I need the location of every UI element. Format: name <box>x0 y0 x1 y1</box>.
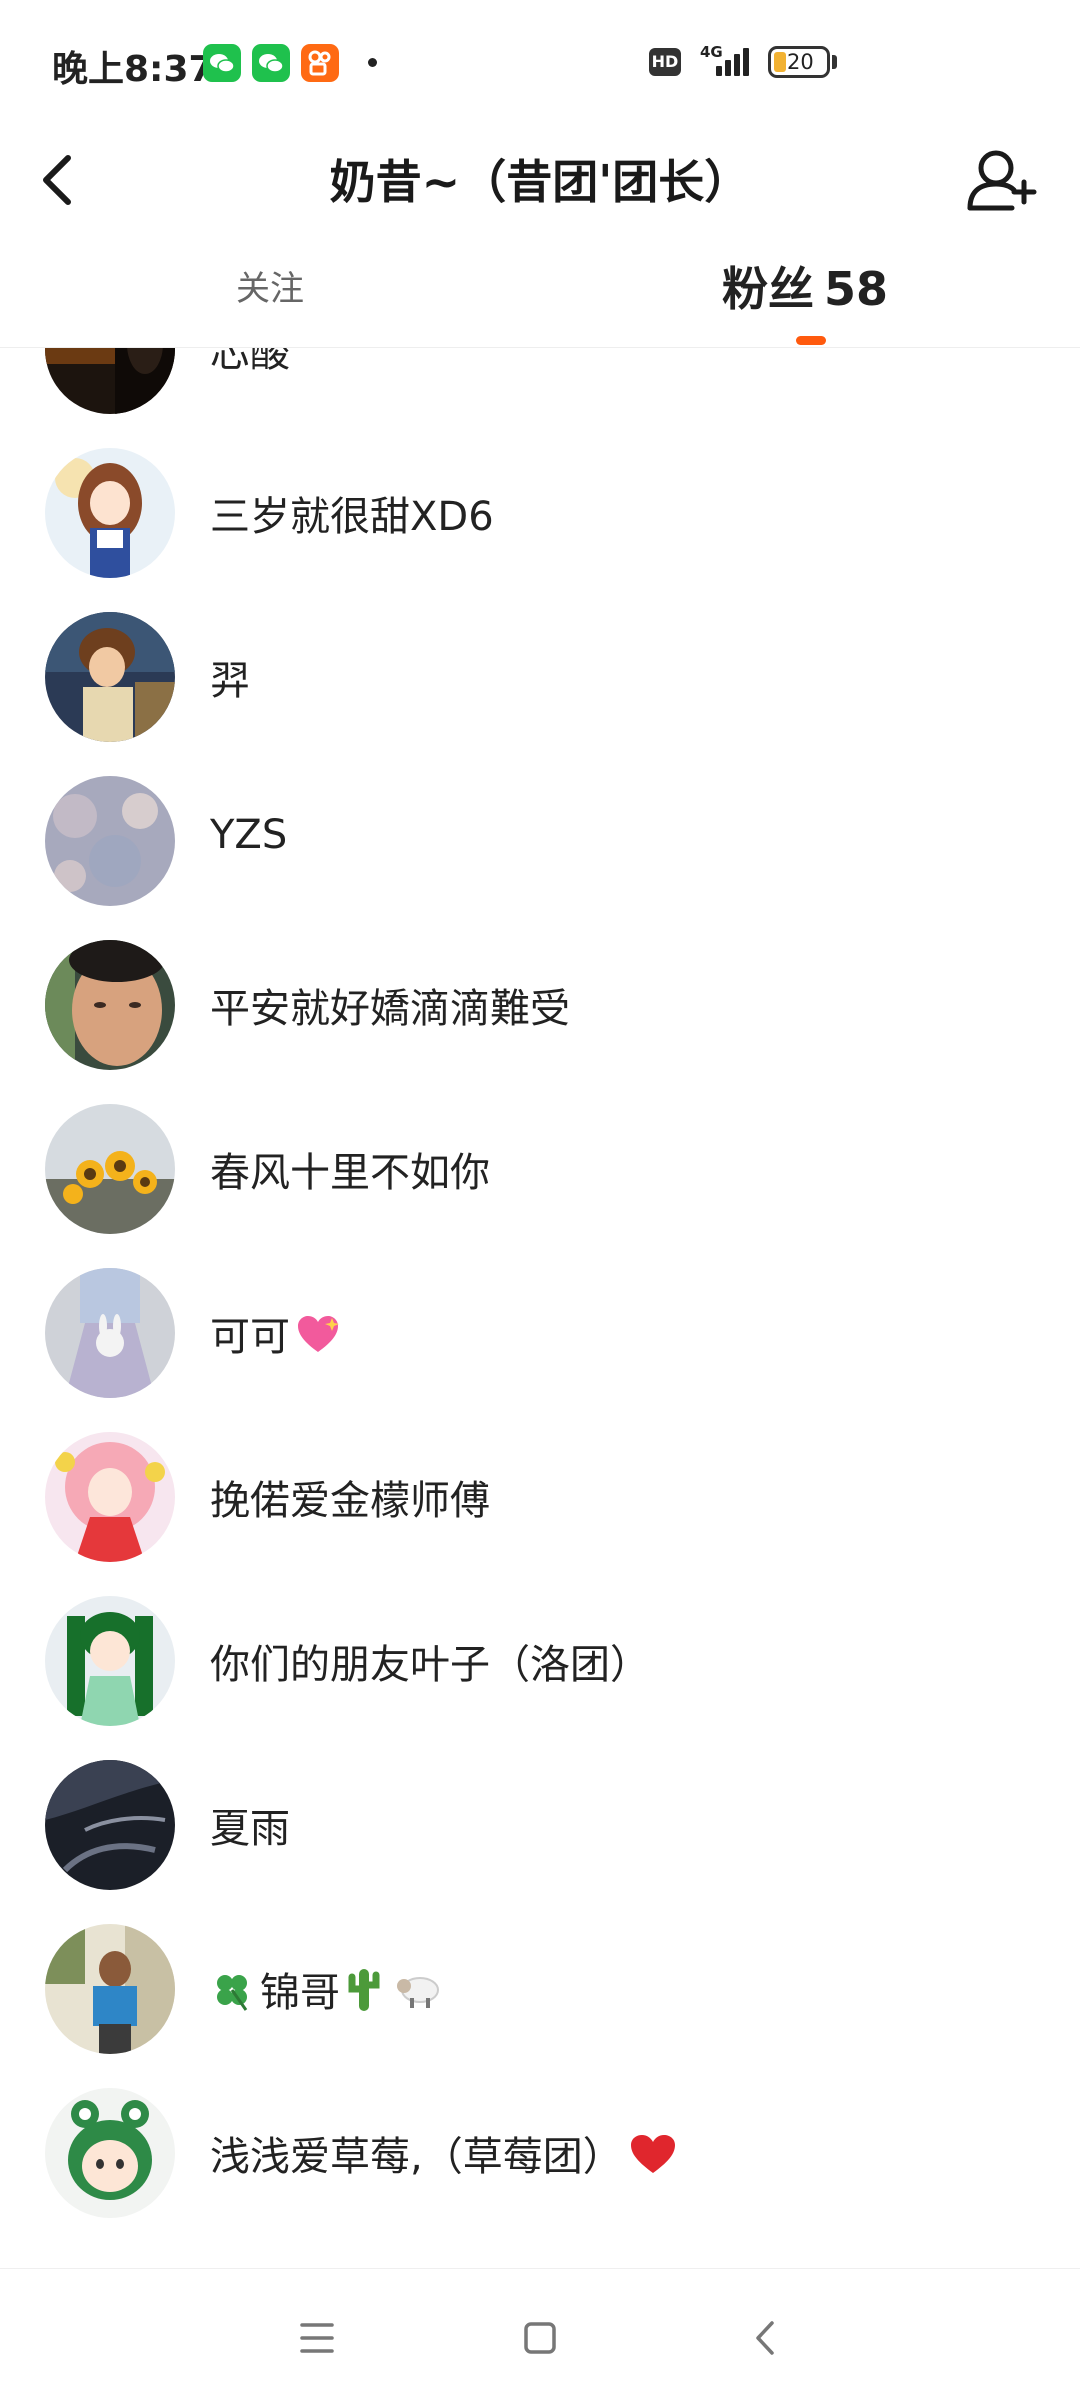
top-bar: 奶昔~（昔团'团长） <box>0 120 1080 240</box>
follower-name-text: 锦哥 <box>260 1970 340 2016</box>
avatar[interactable] <box>45 776 175 906</box>
list-item[interactable]: 锦哥 <box>0 1908 1080 2072</box>
signal-icon <box>716 44 756 76</box>
battery-icon: 20 <box>768 46 830 78</box>
list-item[interactable]: 三岁就很甜XD6 <box>0 432 1080 596</box>
page-title: 奶昔~（昔团'团长） <box>329 155 751 209</box>
hd-badge: HD <box>649 48 681 76</box>
avatar[interactable] <box>45 2088 175 2218</box>
avatar[interactable] <box>45 1924 175 2054</box>
follower-name: 芯酸 <box>210 348 290 376</box>
tab-fans[interactable]: 粉丝 58 <box>690 254 930 324</box>
list-item[interactable]: 羿 <box>0 596 1080 760</box>
list-item[interactable]: 芯酸 <box>0 348 1080 432</box>
list-item[interactable]: 挽偌爱金檬师傅 <box>0 1416 1080 1580</box>
menu-button[interactable] <box>272 2293 362 2383</box>
list-item[interactable]: YZS <box>0 760 1080 924</box>
menu-icon <box>300 2323 334 2353</box>
avatar[interactable] <box>45 1596 175 1726</box>
follower-name: 三岁就很甜XD6 <box>210 494 494 540</box>
notification-dot <box>368 58 377 67</box>
avatar[interactable] <box>45 1432 175 1562</box>
home-square-icon <box>524 2322 556 2354</box>
tab-bar: 关注 粉丝 58 <box>0 240 1080 348</box>
follower-name: 平安就好嬌滴滴難受 <box>210 986 570 1032</box>
list-item[interactable]: 可可 <box>0 1252 1080 1416</box>
list-item[interactable]: 夏雨 <box>0 1744 1080 1908</box>
back-triangle-icon <box>756 2321 774 2355</box>
status-time: 晚上8:37 <box>52 49 214 90</box>
list-item[interactable]: 你们的朋友叶子（洛团） <box>0 1580 1080 1744</box>
back-button[interactable] <box>30 132 110 228</box>
red-heart-icon <box>629 2133 677 2185</box>
nav-back-button[interactable] <box>720 2293 810 2383</box>
active-tab-indicator <box>796 336 826 345</box>
avatar[interactable] <box>45 940 175 1070</box>
avatar[interactable] <box>45 348 175 414</box>
tab-fans-label: 粉丝 <box>721 262 814 316</box>
system-nav-bar <box>0 2268 1080 2400</box>
follower-name: 锦哥 <box>210 1960 448 2023</box>
wechat-icon <box>252 44 290 82</box>
cactus-icon <box>346 1967 382 2023</box>
tab-fans-count: 58 <box>823 262 888 316</box>
avatar[interactable] <box>45 1268 175 1398</box>
sheep-icon <box>394 1970 442 2020</box>
follower-name: 羿 <box>210 658 250 704</box>
status-bar: 晚上8:37 HD 4G 20 <box>0 0 1080 130</box>
avatar[interactable] <box>45 1760 175 1890</box>
follower-name-text: 浅浅爱草莓,（草莓团） <box>210 2134 623 2180</box>
follower-name: 你们的朋友叶子（洛团） <box>210 1642 650 1688</box>
list-item[interactable]: 平安就好嬌滴滴難受 <box>0 924 1080 1088</box>
kuaishou-icon <box>301 44 339 82</box>
list-item[interactable]: 浅浅爱草莓,（草莓团） <box>0 2072 1080 2236</box>
add-friend-button[interactable] <box>952 130 1052 230</box>
follower-name: 浅浅爱草莓,（草莓团） <box>210 2124 683 2185</box>
follower-name: 夏雨 <box>210 1806 290 1852</box>
follower-name: 挽偌爱金檬师傅 <box>210 1478 490 1524</box>
sparkling-heart-icon <box>296 1314 340 1364</box>
follower-name: YZS <box>210 812 288 858</box>
avatar[interactable] <box>45 612 175 742</box>
chevron-left-icon <box>43 155 71 205</box>
avatar[interactable] <box>45 1104 175 1234</box>
battery-level: 20 <box>787 50 814 74</box>
home-button[interactable] <box>495 2293 585 2383</box>
four-leaf-clover-icon <box>210 1968 254 2022</box>
wechat-icon <box>203 44 241 82</box>
follower-name: 春风十里不如你 <box>210 1150 490 1196</box>
tab-follow[interactable]: 关注 <box>160 254 380 324</box>
add-user-icon <box>967 150 1037 211</box>
list-item[interactable]: 春风十里不如你 <box>0 1088 1080 1252</box>
followers-list[interactable]: 芯酸 三岁就很甜XD6 羿 YZS 平安就好嬌滴滴難受 春风十里不如你 可可 挽… <box>0 348 1080 2268</box>
follower-name-text: 可可 <box>210 1314 290 1360</box>
battery-tip <box>832 55 837 69</box>
avatar[interactable] <box>45 448 175 578</box>
follower-name: 可可 <box>210 1304 346 1364</box>
